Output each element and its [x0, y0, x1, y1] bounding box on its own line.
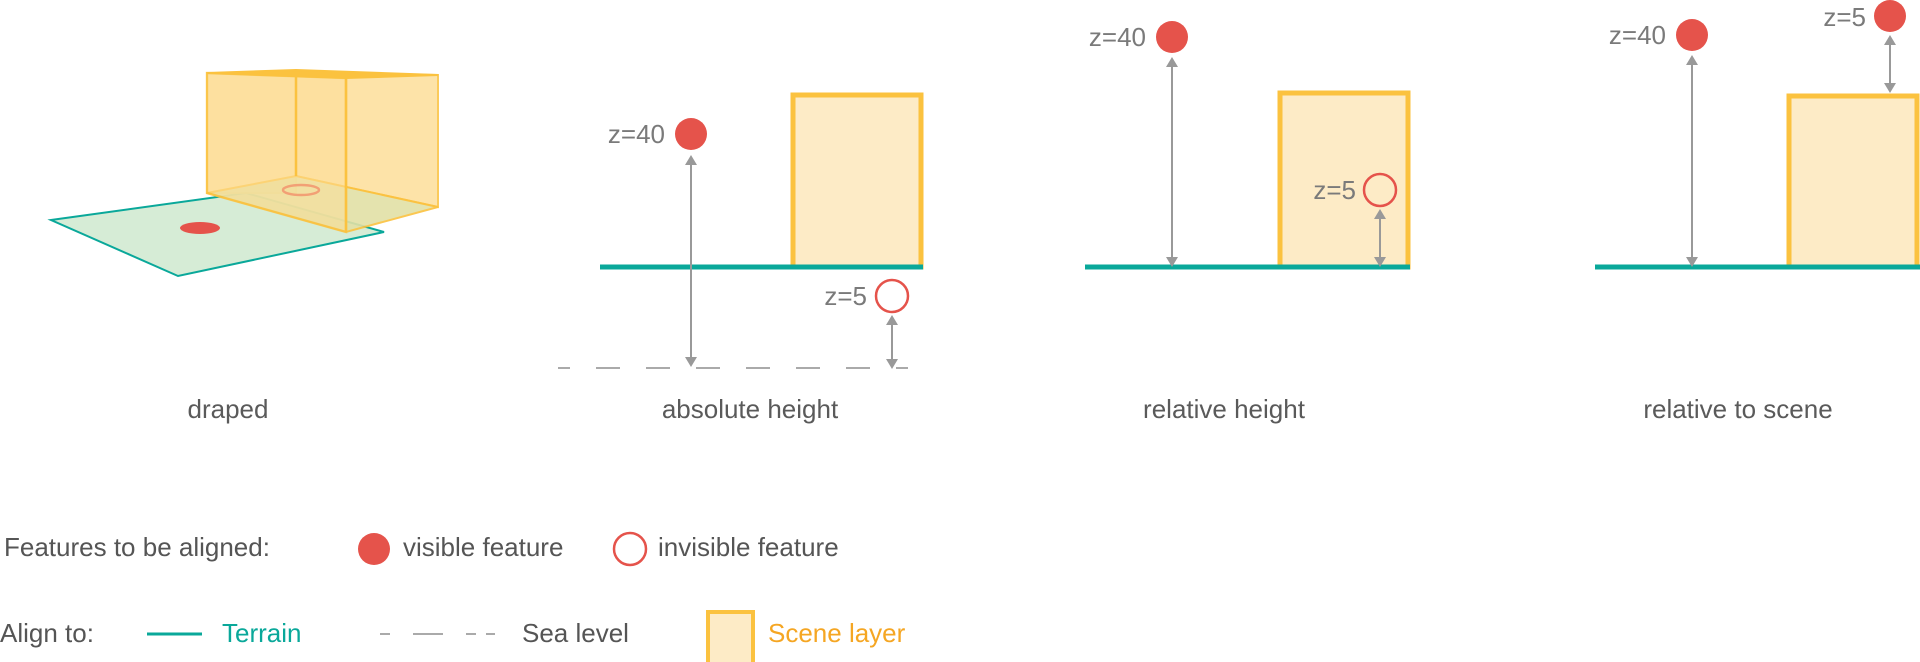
z-label-invisible: z=5	[824, 281, 867, 311]
z-label-visible: z=40	[1609, 20, 1666, 50]
z-label-scene-feature: z=5	[1823, 2, 1866, 32]
visible-feature	[675, 118, 707, 150]
legend-invisible-feature-icon	[612, 531, 648, 567]
legend-align-title: Align to:	[0, 618, 94, 648]
z-label-invisible: z=5	[1313, 175, 1356, 205]
legend-visible-feature-icon	[358, 533, 390, 565]
legend-scene-layer-label: Scene layer	[768, 618, 906, 648]
legend-terrain-label: Terrain	[222, 618, 301, 648]
legend-scene-layer-icon	[706, 610, 755, 662]
scene-layer-building	[790, 92, 924, 270]
legend-visible-feature-label: visible feature	[403, 532, 563, 562]
panel-relative-to-scene: z=40 z=5 relative to scene	[1595, 0, 1920, 424]
caption-absolute-height: absolute height	[662, 394, 839, 424]
z-label-visible: z=40	[1089, 22, 1146, 52]
legend-invisible-feature-label: invisible feature	[658, 532, 839, 562]
legend: Features to be aligned: visible feature …	[0, 531, 906, 662]
panel-draped: draped	[47, 68, 439, 424]
legend-features-title: Features to be aligned:	[4, 532, 270, 562]
z-label-visible: z=40	[608, 119, 665, 149]
panel-absolute-height: z=40 z=5 absolute height	[558, 92, 924, 424]
caption-draped: draped	[188, 394, 269, 424]
invisible-feature	[874, 278, 910, 314]
legend-sea-level-label: Sea level	[522, 618, 629, 648]
caption-relative-to-scene: relative to scene	[1643, 394, 1832, 424]
caption-relative-height: relative height	[1143, 394, 1306, 424]
visible-feature-draped	[180, 222, 220, 234]
visible-feature-on-scene	[1874, 0, 1906, 32]
visible-feature	[1676, 19, 1708, 51]
visible-feature	[1156, 21, 1188, 53]
scene-layer-building	[1786, 93, 1920, 270]
elevation-modes-diagram: draped z=40 z=5 absolute height z=40 z=5…	[0, 0, 1920, 662]
panel-relative-height: z=40 z=5 relative height	[1085, 21, 1411, 424]
